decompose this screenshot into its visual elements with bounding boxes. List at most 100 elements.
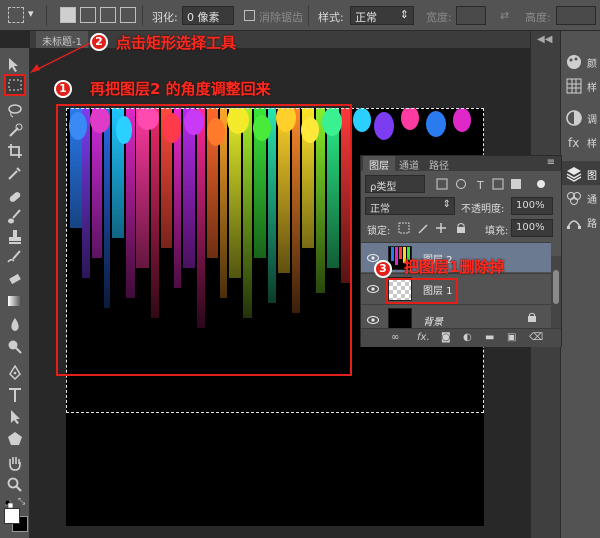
blur-tool-icon[interactable] bbox=[6, 316, 24, 334]
styles-panel-icon[interactable]: fx bbox=[565, 133, 583, 151]
path-select-tool-icon[interactable] bbox=[6, 408, 24, 426]
quick-select-tool-icon[interactable] bbox=[6, 122, 24, 140]
layer-name[interactable]: 背景 bbox=[423, 313, 443, 328]
layer-row-background[interactable]: 背景 bbox=[361, 304, 551, 332]
dock-label-styles: 样 bbox=[587, 139, 597, 150]
step-3-badge: 3 bbox=[374, 260, 392, 278]
height-input[interactable] bbox=[556, 6, 596, 25]
layers-panel-tabs: 图层 通道 路径 ≡ bbox=[361, 156, 561, 172]
step-2-arrow bbox=[30, 42, 91, 73]
opacity-input[interactable]: 100% bbox=[511, 197, 553, 215]
add-selection-icon[interactable] bbox=[80, 7, 96, 23]
swap-icon[interactable]: ⇄ bbox=[500, 9, 509, 22]
stamp-tool-icon[interactable] bbox=[6, 228, 24, 246]
type-tool-icon[interactable] bbox=[6, 386, 24, 404]
chevron-down-icon[interactable]: ▾ bbox=[28, 7, 34, 20]
folder-icon[interactable]: ▬ bbox=[485, 332, 494, 343]
pen-tool-icon[interactable] bbox=[6, 364, 24, 382]
rect-marquee-tool-icon[interactable] bbox=[4, 74, 26, 96]
new-selection-icon[interactable] bbox=[60, 7, 76, 23]
paths-panel-icon[interactable] bbox=[565, 213, 583, 231]
chevron-down-icon: ⇕ bbox=[399, 8, 409, 21]
swap-colors-icon[interactable]: ⤡ bbox=[18, 497, 25, 507]
dock-label-swatches: 样 bbox=[587, 83, 597, 94]
layers-panel-icon[interactable] bbox=[565, 165, 583, 183]
blend-mode-value: 正常 bbox=[370, 204, 390, 215]
foreground-color-swatch[interactable] bbox=[4, 508, 20, 524]
scrollbar-thumb[interactable] bbox=[553, 270, 559, 304]
tab-paths[interactable]: 路径 bbox=[423, 156, 455, 172]
opacity-label: 不透明度: bbox=[461, 204, 505, 215]
style-select-value: 正常 bbox=[355, 11, 377, 24]
dock-label-paths: 路 bbox=[587, 219, 597, 230]
step-3-annotation: 把图层1删除掉 bbox=[404, 258, 505, 276]
color-panel-icon[interactable] bbox=[565, 53, 583, 71]
dock-label-adjustments: 调 bbox=[587, 115, 597, 126]
feather-input[interactable]: 0 像素 bbox=[182, 6, 234, 25]
visibility-eye-icon[interactable] bbox=[367, 314, 379, 326]
tab-channels[interactable]: 通道 bbox=[393, 156, 425, 172]
tab-layers[interactable]: 图层 bbox=[363, 156, 395, 172]
step-1-annotation: 再把图层2 的角度调整回来 bbox=[90, 80, 271, 98]
height-label: 高度: bbox=[525, 11, 551, 24]
highlight-frame-layer1 bbox=[386, 278, 458, 304]
svg-text:fx: fx bbox=[568, 136, 579, 150]
shape-tool-icon[interactable] bbox=[6, 430, 24, 448]
panel-menu-icon[interactable]: ≡ bbox=[547, 157, 555, 168]
eraser-tool-icon[interactable] bbox=[6, 270, 24, 288]
dock-label-layers: 图 bbox=[587, 171, 597, 182]
layers-panel: 图层 通道 路径 ≡ ρ类型 T 正常 ⇕ 不透明度: 100% 锁定: 填充:… bbox=[360, 155, 562, 347]
gradient-tool-icon[interactable] bbox=[6, 292, 24, 310]
antialias-checkbox[interactable] bbox=[244, 10, 255, 21]
lock-icon bbox=[528, 312, 536, 322]
step-1-badge: 1 bbox=[54, 80, 72, 98]
antialias-label: 消除锯齿 bbox=[259, 11, 303, 24]
style-select[interactable]: 正常 ⇕ bbox=[350, 6, 414, 25]
new-layer-icon[interactable]: ▣ bbox=[507, 332, 516, 343]
link-icon[interactable]: ∞ bbox=[391, 332, 399, 343]
chevron-down-icon: ⇕ bbox=[442, 199, 451, 210]
fx-icon[interactable]: fx. bbox=[417, 332, 430, 343]
dock-collapse-icon[interactable]: ◀◀ bbox=[537, 34, 552, 45]
default-colors-icon[interactable] bbox=[4, 498, 14, 509]
options-bar: ▾ 羽化: 0 像素 消除锯齿 样式: 正常 ⇕ 宽度: ⇄ 高度: bbox=[0, 0, 600, 31]
swatches-panel-icon[interactable] bbox=[565, 77, 583, 95]
adjustment-icon[interactable]: ◐ bbox=[463, 332, 472, 343]
rect-marquee-preset-icon[interactable] bbox=[8, 7, 24, 23]
feather-label: 羽化: bbox=[152, 11, 178, 24]
tools-panel: ⤡ bbox=[0, 48, 30, 538]
adjustments-panel-icon[interactable] bbox=[565, 109, 583, 127]
divider bbox=[142, 5, 143, 26]
eyedropper-tool-icon[interactable] bbox=[6, 164, 24, 182]
crop-tool-icon[interactable] bbox=[6, 142, 24, 160]
highlight-frame-layer2 bbox=[56, 104, 352, 376]
move-tool-icon[interactable] bbox=[6, 56, 24, 74]
step-2-badge: 2 bbox=[90, 33, 108, 51]
healing-tool-icon[interactable] bbox=[6, 188, 24, 206]
layer-filter-icons: T bbox=[435, 177, 555, 192]
dock-panels: 颜 样 调 fx 样 图 通 路 bbox=[560, 31, 600, 538]
channels-panel-icon[interactable] bbox=[565, 189, 583, 207]
step-2-annotation: 点击矩形选择工具 bbox=[116, 34, 237, 52]
history-brush-tool-icon[interactable] bbox=[6, 248, 24, 266]
divider bbox=[308, 5, 309, 26]
layer-filter-value: ρ类型 bbox=[370, 182, 397, 193]
layers-panel-footer: ∞ fx. ◙ ◐ ▬ ▣ ⌫ bbox=[361, 328, 561, 347]
visibility-eye-icon[interactable] bbox=[367, 283, 379, 295]
trash-icon[interactable]: ⌫ bbox=[529, 332, 543, 343]
dodge-tool-icon[interactable] bbox=[6, 338, 24, 356]
lock-icons[interactable] bbox=[397, 221, 477, 235]
hand-tool-icon[interactable] bbox=[6, 454, 24, 472]
lasso-tool-icon[interactable] bbox=[6, 102, 24, 120]
dock-label-color: 颜 bbox=[587, 59, 597, 70]
zoom-tool-icon[interactable] bbox=[6, 476, 24, 494]
intersect-selection-icon[interactable] bbox=[120, 7, 136, 23]
mask-icon[interactable]: ◙ bbox=[441, 332, 451, 343]
width-input[interactable] bbox=[456, 6, 486, 25]
blend-mode-select[interactable]: 正常 ⇕ bbox=[365, 197, 455, 215]
brush-tool-icon[interactable] bbox=[6, 208, 24, 226]
subtract-selection-icon[interactable] bbox=[100, 7, 116, 23]
layers-scrollbar[interactable] bbox=[551, 256, 561, 328]
fill-input[interactable]: 100% bbox=[511, 219, 553, 237]
layer-filter-select[interactable]: ρ类型 bbox=[365, 175, 425, 193]
